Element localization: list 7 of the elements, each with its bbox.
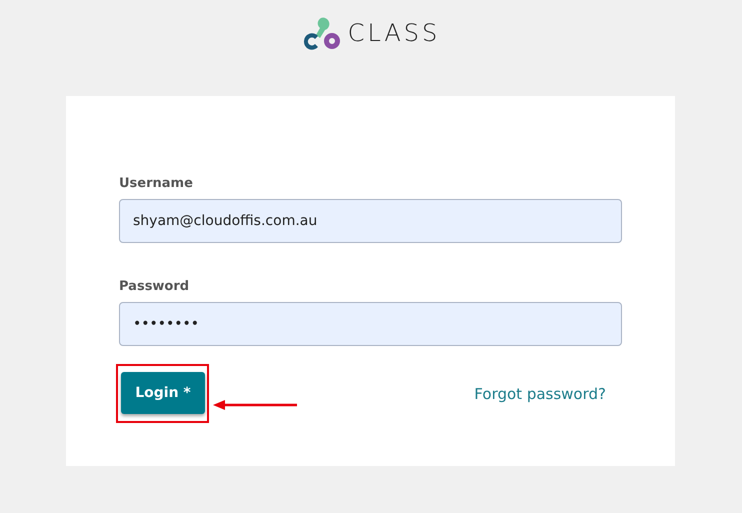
logo-text: CLASS bbox=[348, 19, 440, 47]
login-button[interactable]: Login * bbox=[121, 372, 205, 414]
username-field[interactable]: shyam@cloudoffis.com.au bbox=[119, 199, 622, 243]
password-field[interactable]: •••••••• bbox=[119, 302, 622, 346]
field-label: Password bbox=[119, 279, 190, 294]
forgot-password-link[interactable]: Forgot password? bbox=[474, 384, 606, 402]
field-label: Username bbox=[119, 176, 193, 191]
